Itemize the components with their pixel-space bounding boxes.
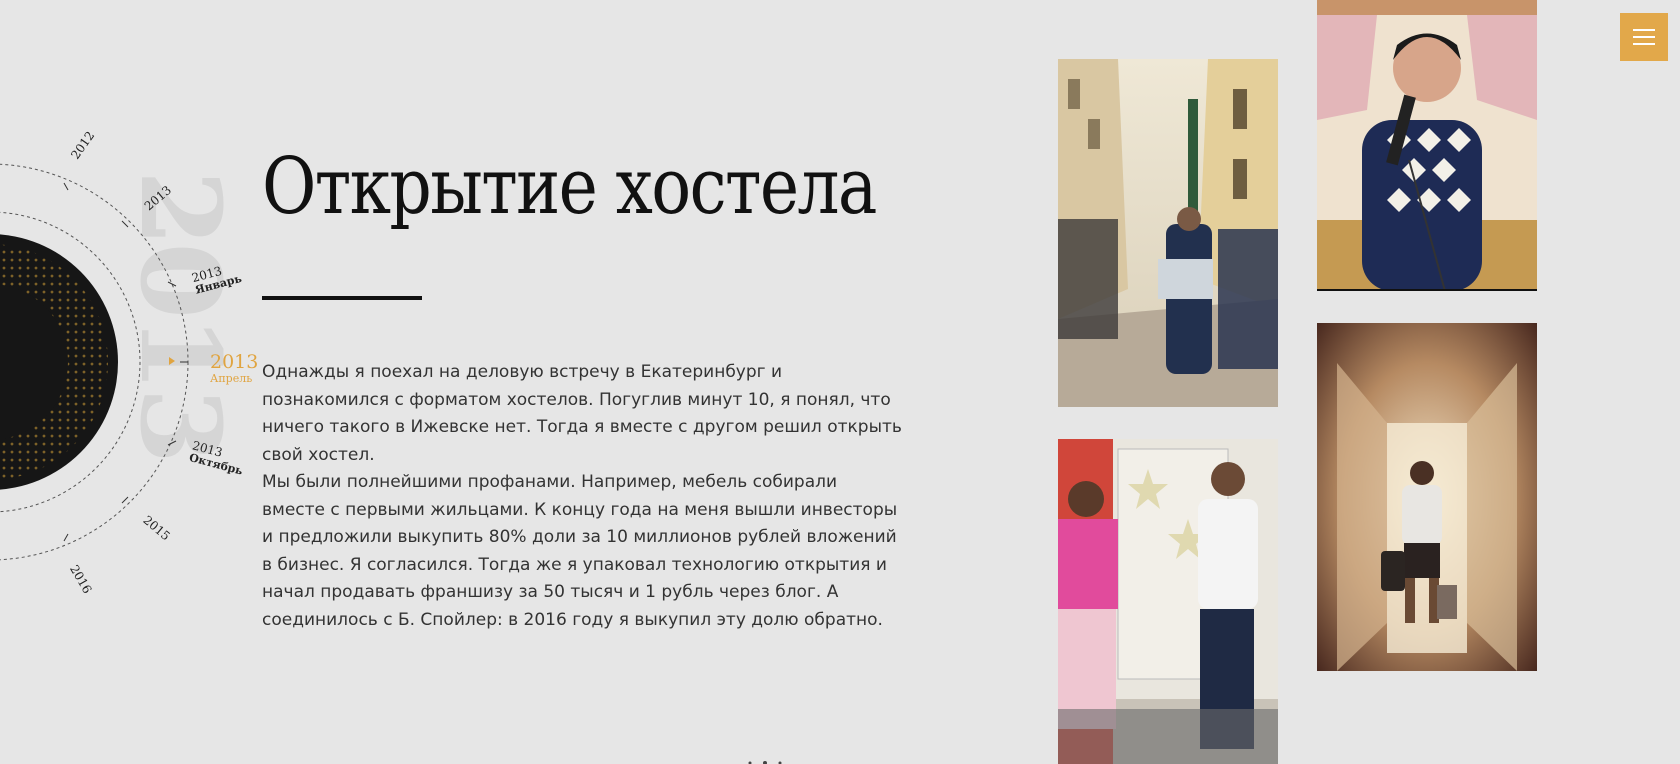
photo-hallway[interactable] (1317, 323, 1537, 671)
timeline-label-year: 2013 (210, 351, 259, 373)
photo-microphone-image (1317, 0, 1537, 291)
timeline-active-marker (169, 357, 175, 365)
photo-street-map[interactable] (1058, 59, 1278, 407)
photo-interview[interactable] (1058, 439, 1278, 764)
menu-button[interactable] (1620, 13, 1668, 61)
bottom-ornament-icon (748, 761, 782, 764)
photo-hallway-image (1317, 323, 1537, 671)
timeline-label-2013-april[interactable]: 2013 Апрель (210, 352, 258, 385)
page: 2013 2012 2013 2013 Январь 2013 Апрель 2… (0, 0, 1680, 764)
article-paragraph-2: Мы были полнейшими профанами. Например, … (262, 472, 898, 630)
photo-interview-image (1058, 439, 1278, 764)
photo-street-map-image (1058, 59, 1278, 407)
hamburger-icon-line (1633, 43, 1655, 45)
article-title: Открытие хостела (262, 142, 877, 232)
timeline-label-month: Апрель (210, 371, 253, 385)
hamburger-icon-line (1633, 36, 1655, 38)
title-underline (262, 296, 422, 300)
photo-microphone[interactable] (1317, 0, 1537, 291)
article-paragraph-1: Однажды я поехал на деловую встречу в Ек… (262, 362, 902, 465)
timeline-dial: 2013 2012 2013 2013 Январь 2013 Апрель 2… (0, 0, 260, 764)
hamburger-icon-line (1633, 29, 1655, 31)
